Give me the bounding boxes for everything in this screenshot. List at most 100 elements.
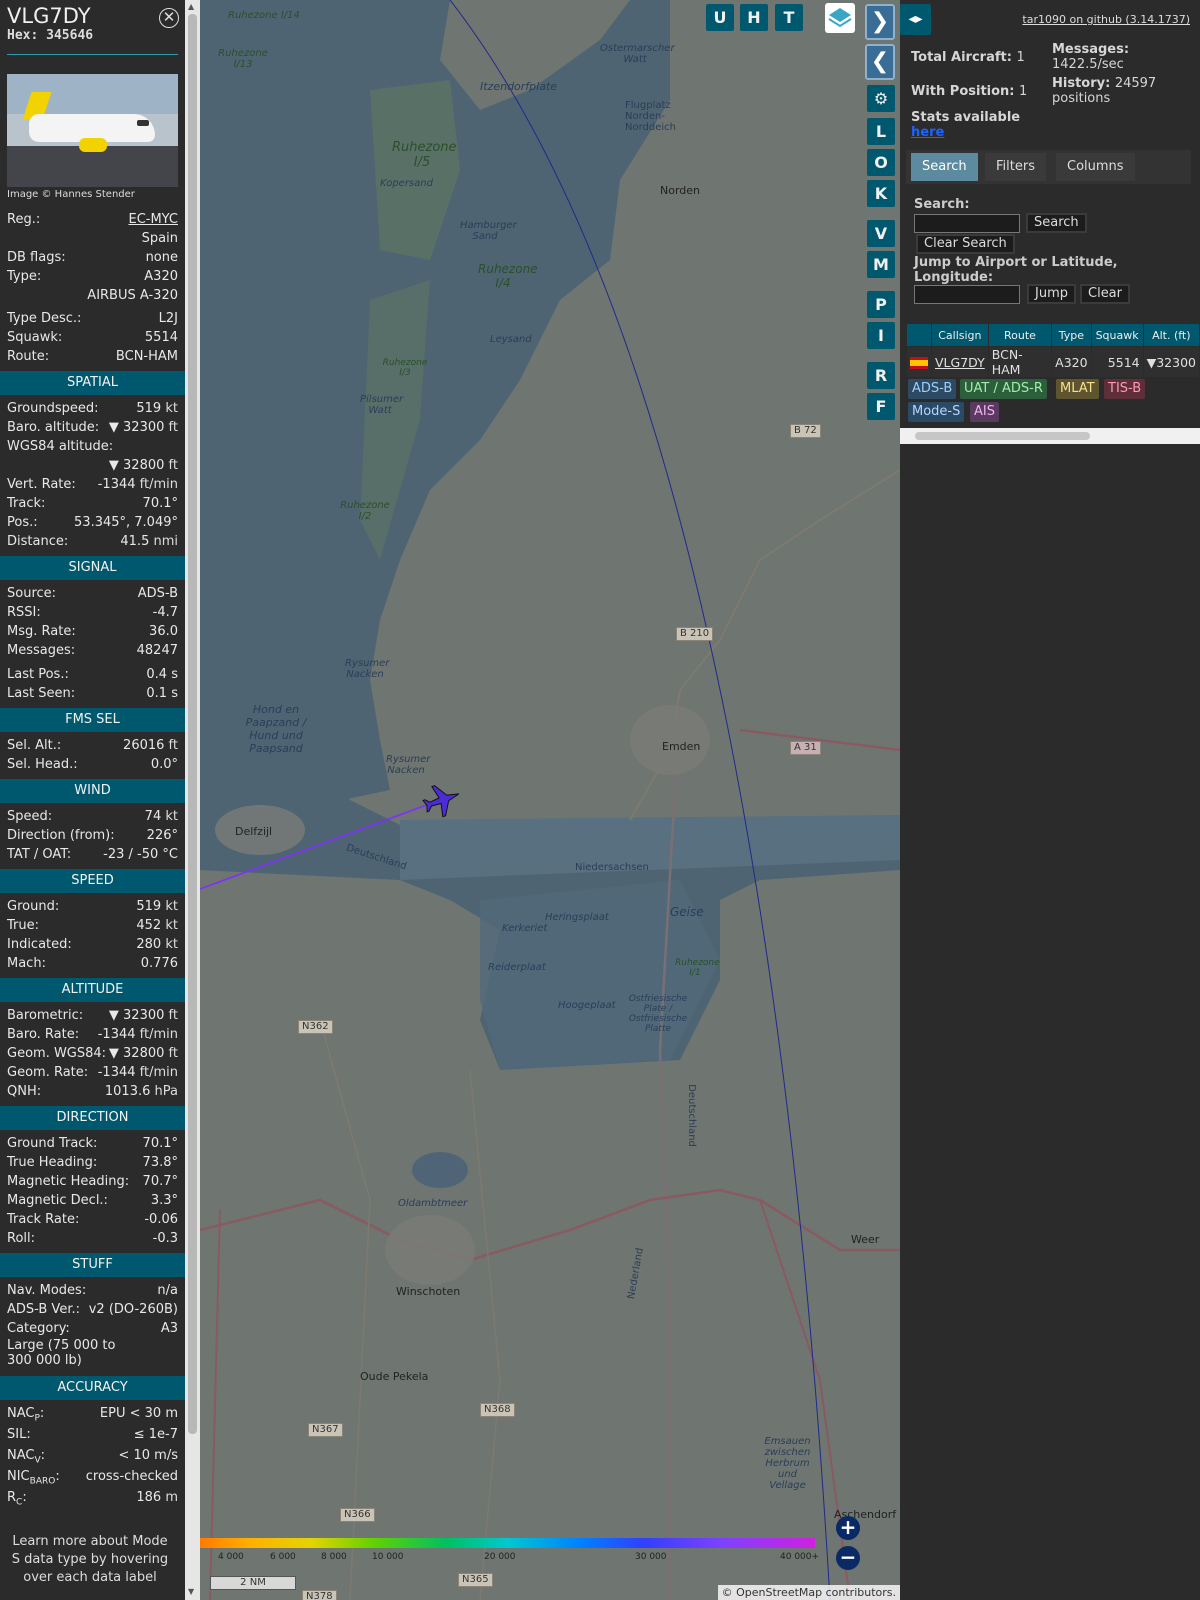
table-row[interactable]: VLG7DY BCN-HAM A320 5514 ▼32300: [907, 347, 1199, 377]
clear-search-button[interactable]: Clear Search: [916, 234, 1015, 254]
layer-l-button[interactable]: L: [867, 118, 895, 145]
section-direction[interactable]: DIRECTION: [0, 1106, 185, 1130]
legend-modes[interactable]: Mode-S: [908, 402, 965, 422]
scroll-thumb[interactable]: [188, 14, 197, 1434]
jump-button[interactable]: Jump: [1027, 284, 1076, 304]
stats-here-link[interactable]: here: [911, 125, 944, 140]
distance-label: Distance:: [7, 534, 69, 549]
scroll-up-icon[interactable]: ▲: [188, 2, 194, 11]
section-spatial[interactable]: SPATIAL: [0, 371, 185, 395]
lastpos-row: Last Pos.: 0.4 s: [0, 665, 185, 684]
ground-track-value: 70.1°: [142, 1136, 178, 1151]
row-callsign[interactable]: VLG7DY: [932, 347, 988, 377]
road-b210: B 210: [676, 627, 714, 641]
tar1090-app: VLG7DY Hex: 345646 ✕ Image © Hannes Sten…: [0, 0, 1200, 1600]
search-tabs: Search Filters Columns: [906, 150, 1191, 184]
section-stuff[interactable]: STUFF: [0, 1253, 185, 1277]
toolbar-t-button[interactable]: T: [775, 4, 803, 31]
mag-heading-row: Magnetic Heading: 70.7°: [0, 1172, 185, 1191]
tab-filters[interactable]: Filters: [985, 153, 1046, 181]
legend-tisb[interactable]: TIS-B: [1104, 379, 1146, 399]
map-label-ostermarscher: Ostermarscher Watt: [600, 43, 675, 65]
section-altitude[interactable]: ALTITUDE: [0, 978, 185, 1002]
map-label-niedersachsen: Niedersachsen: [575, 862, 649, 873]
layer-v-button[interactable]: V: [867, 220, 895, 247]
github-link[interactable]: tar1090 on github (3.14.1737): [1022, 13, 1190, 26]
search-input[interactable]: [914, 214, 1020, 233]
category-row: Category: A3: [0, 1319, 185, 1338]
clear-button[interactable]: Clear: [1080, 284, 1130, 304]
col-type[interactable]: Type: [1052, 324, 1091, 346]
mag-decl-label: Magnetic Decl.:: [7, 1193, 108, 1208]
layer-i-button[interactable]: I: [867, 322, 895, 349]
sil-label: SIL:: [7, 1427, 31, 1442]
col-altitude[interactable]: Alt. (ft): [1143, 324, 1199, 346]
next-arrow-icon[interactable]: ❯: [865, 4, 895, 40]
reg-link[interactable]: EC-MYC: [128, 210, 178, 229]
map-view[interactable]: Ruhezone I/14 Ruhezone I/13 Ostermarsche…: [200, 0, 900, 1600]
zoom-out-icon[interactable]: −: [836, 1546, 860, 1570]
road-n365: N365: [458, 1573, 493, 1587]
wind-speed-label: Speed:: [7, 809, 53, 824]
toolbar-h-button[interactable]: H: [740, 4, 768, 31]
vert-rate-value: -1344 ft/min: [98, 475, 178, 494]
true-speed-label: True:: [7, 918, 39, 933]
legend-uat-adsr[interactable]: UAT / ADS-R: [960, 379, 1047, 399]
legend-adsb[interactable]: ADS-B: [908, 379, 957, 399]
col-squawk[interactable]: Squawk: [1091, 324, 1143, 346]
layer-p-button[interactable]: P: [867, 291, 895, 318]
distance-unit: nmi: [153, 534, 178, 549]
layer-r-button[interactable]: R: [867, 362, 895, 389]
selalt-unit: ft: [168, 738, 178, 753]
section-wind[interactable]: WIND: [0, 779, 185, 803]
info-panel-scrollbar[interactable]: ▲ ▼: [185, 0, 200, 1600]
map-attribution[interactable]: © OpenStreetMap contributors.: [717, 1585, 900, 1600]
expand-collapse-icon[interactable]: ◂▸: [900, 4, 931, 35]
tab-columns[interactable]: Columns: [1056, 153, 1135, 181]
geom-rate-row: Geom. Rate: -1344 ft/min: [0, 1063, 185, 1082]
search-button[interactable]: Search: [1026, 213, 1087, 233]
groundspeed-row: Groundspeed: 519 kt: [0, 399, 185, 418]
scroll-down-icon[interactable]: ▼: [188, 1587, 194, 1596]
stats-available: Stats available here: [911, 110, 1020, 140]
vert-rate-number: -1344: [97, 477, 136, 492]
reg-label: Reg.:: [7, 212, 41, 227]
zoom-in-icon[interactable]: +: [836, 1516, 860, 1540]
section-fms-sel[interactable]: FMS SEL: [0, 708, 185, 732]
toolbar-u-button[interactable]: U: [706, 4, 734, 31]
col-flag[interactable]: [907, 324, 931, 346]
layer-m-button[interactable]: M: [867, 251, 895, 278]
col-callsign[interactable]: Callsign: [932, 324, 988, 346]
legend-mlat[interactable]: MLAT: [1056, 379, 1099, 399]
true-heading-value: 73.8°: [142, 1155, 178, 1170]
indicated-speed-label: Indicated:: [7, 937, 72, 952]
wind-dir-label: Direction (from):: [7, 828, 115, 843]
rc-label-text: R: [7, 1490, 17, 1505]
table-horizontal-scrollbar[interactable]: [900, 428, 1200, 444]
section-signal[interactable]: SIGNAL: [0, 556, 185, 580]
aircraft-photo[interactable]: [7, 74, 178, 187]
road-n368: N368: [480, 1403, 515, 1417]
legend-ais[interactable]: AIS: [970, 402, 999, 422]
close-icon[interactable]: ✕: [159, 8, 179, 28]
msgrate-row: Msg. Rate: 36.0: [0, 622, 185, 641]
jump-input[interactable]: [914, 285, 1020, 304]
tab-search[interactable]: Search: [911, 153, 978, 181]
mach-value: 0.776: [140, 956, 178, 971]
layers-icon[interactable]: [825, 3, 855, 33]
layer-f-button[interactable]: F: [867, 393, 895, 420]
layer-o-button[interactable]: O: [867, 149, 895, 176]
track-rate-row: Track Rate: -0.06: [0, 1210, 185, 1229]
section-accuracy[interactable]: ACCURACY: [0, 1376, 185, 1400]
nic-row: NICBARO: cross-checked: [0, 1467, 185, 1488]
nacp-label: NACP:: [7, 1406, 45, 1424]
selalt-value: 26016 ft: [123, 736, 178, 755]
col-route[interactable]: Route: [988, 324, 1052, 346]
squawk-value: 5514: [144, 330, 178, 345]
section-speed[interactable]: SPEED: [0, 869, 185, 893]
settings-gear-icon[interactable]: ⚙: [867, 85, 895, 112]
distance-value: 41.5 nmi: [120, 532, 178, 551]
layer-k-button[interactable]: K: [867, 180, 895, 207]
prev-arrow-icon[interactable]: ❮: [865, 44, 895, 80]
hscroll-thumb[interactable]: [915, 432, 1090, 440]
